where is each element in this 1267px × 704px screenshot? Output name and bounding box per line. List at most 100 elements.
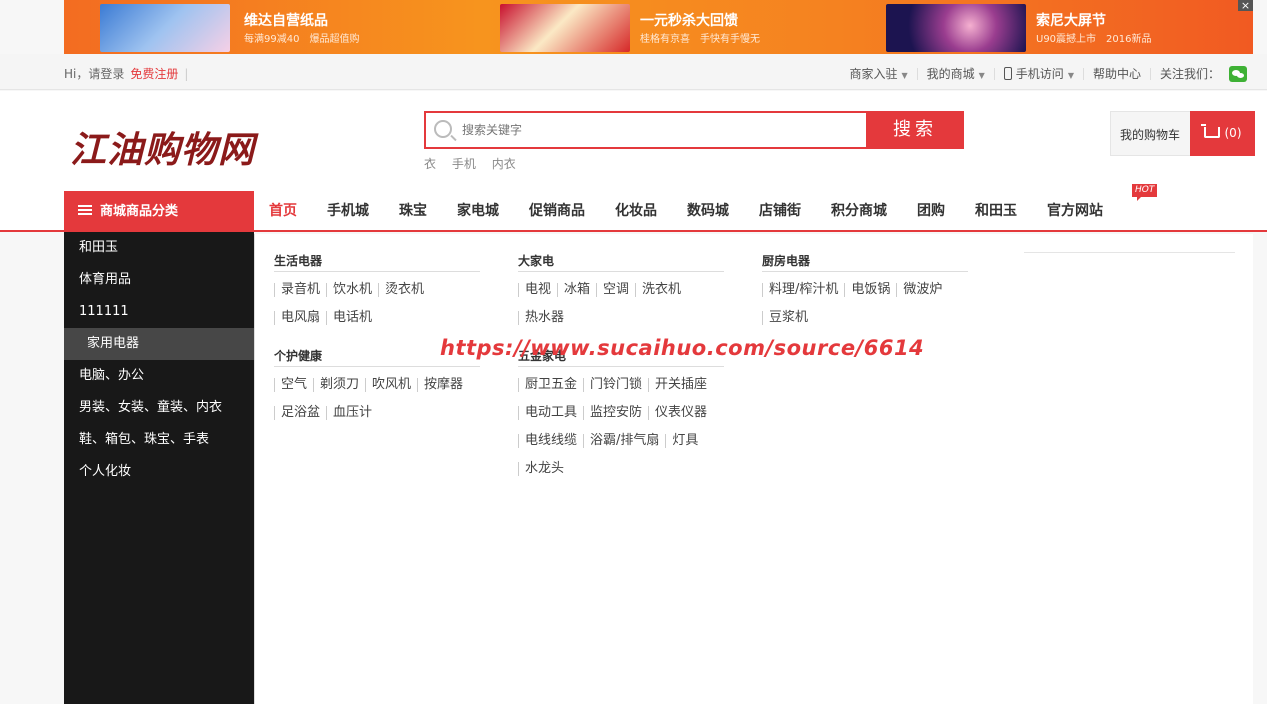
category-item[interactable]: 男装、女装、童装、内衣 (64, 392, 254, 424)
top-bar-links: 商家入驻 ▼ 我的商城 ▼ 手机访问 ▼ 帮助中心 关注我们： (840, 65, 1247, 82)
nav-item-phone-city[interactable]: 手机城 (312, 191, 384, 232)
subcategory-link[interactable]: 饮水机 (326, 283, 378, 297)
banner-ad-3[interactable]: 索尼大屏节 U90震撼上市 2016新品 (884, 0, 1253, 54)
banner-ad-title: 维达自营纸品 (244, 13, 328, 29)
hot-keyword-link[interactable]: 内衣 (492, 157, 516, 171)
nav-item-jewelry[interactable]: 珠宝 (384, 191, 442, 232)
subcategory-link[interactable]: 电动工具 (518, 406, 583, 420)
subcategory-link[interactable]: 电视 (518, 283, 557, 297)
chevron-down-icon: ▼ (901, 71, 908, 80)
subcategory-link[interactable]: 洗衣机 (635, 283, 687, 297)
subcategory-link[interactable]: 灯具 (665, 434, 704, 448)
nav-item-hetian-jade[interactable]: 和田玉 (960, 191, 1032, 232)
search-button[interactable]: 搜索 (866, 111, 964, 149)
category-sidebar: 和田玉 体育用品 111111 家用电器 电脑、办公 男装、女装、童装、内衣 鞋… (64, 232, 254, 704)
subcategory-link[interactable]: 足浴盆 (274, 406, 326, 420)
banner-ad-title: 索尼大屏节 (1036, 13, 1106, 29)
subcategory-link[interactable]: 血压计 (326, 406, 378, 420)
close-icon[interactable]: × (1238, 0, 1253, 11)
my-mall-link[interactable]: 我的商城 ▼ (918, 65, 994, 82)
follow-us-label: 关注我们： (1159, 67, 1220, 81)
subcategory-group: 五金家电 厨卫五金 门铃门锁 开关插座电动工具 监控安防 仪表仪器电线线缆 浴霸/排气扇灯… (518, 344, 724, 483)
category-item[interactable]: 个人化妆 (64, 456, 254, 488)
oatmeal-product-image (500, 4, 630, 52)
banner-ad-subtitle: U90震撼上市 2016新品 (1036, 34, 1152, 45)
search-input[interactable] (462, 113, 862, 147)
divider: | (184, 67, 189, 81)
phone-icon (1003, 67, 1012, 80)
subcategory-list: 电视 冰箱 空调 洗衣机热水器 (518, 276, 724, 332)
hot-keyword-link[interactable]: 衣 (424, 157, 436, 171)
subcategory-link[interactable]: 料理/榨汁机 (762, 283, 844, 297)
watermark-url: https://www.sucaihuo.com/source/6614 (440, 336, 925, 360)
site-logo[interactable]: 江油购物网 (70, 121, 255, 173)
nav-item-shop-street[interactable]: 店铺街 (744, 191, 816, 232)
subcategory-group-title[interactable]: 厨房电器 (762, 249, 968, 272)
category-item[interactable]: 电脑、办公 (64, 360, 254, 392)
subcategory-link[interactable]: 吹风机 (365, 378, 417, 392)
subcategory-group-title[interactable]: 生活电器 (274, 249, 480, 272)
subcategory-group-title[interactable]: 大家电 (518, 249, 724, 272)
nav-item-points-mall[interactable]: 积分商城 (816, 191, 902, 232)
subcategory-panel: 生活电器 录音机 饮水机 烫衣机电风扇 电话机 大家电 电视 冰箱 空调 洗衣机热水器 厨房… (254, 234, 1253, 704)
subcategory-link[interactable]: 电饭锅 (844, 283, 896, 297)
category-item[interactable]: 和田玉 (64, 232, 254, 264)
nav-item-home[interactable]: 首页 (254, 191, 312, 232)
subcategory-group: 厨房电器 料理/榨汁机 电饭锅 微波炉豆浆机 (762, 249, 968, 332)
subcategory-link[interactable]: 监控安防 (583, 406, 648, 420)
nav-item-official-site[interactable]: 官方网站 (1032, 191, 1118, 232)
register-link[interactable]: 免费注册 (130, 67, 178, 81)
subcategory-link[interactable]: 开关插座 (648, 378, 713, 392)
subcategory-link[interactable]: 剃须刀 (313, 378, 365, 392)
nav-items: 首页 手机城 珠宝 家电城 促销商品 化妆品 数码城 店铺街 积分商城 团购 和… (254, 191, 1118, 232)
subcategory-link[interactable]: 空气 (274, 378, 313, 392)
top-banner[interactable]: 维达自营纸品 每满99减40 爆品超值购 一元秒杀大回馈 桂格有京喜 手快有手慢… (64, 0, 1253, 54)
nav-item-promotions[interactable]: 促销商品 (514, 191, 600, 232)
subcategory-link[interactable]: 微波炉 (896, 283, 948, 297)
hot-keyword-link[interactable]: 手机 (452, 157, 476, 171)
subcategory-link[interactable]: 厨卫五金 (518, 378, 583, 392)
subcategory-link[interactable]: 按摩器 (417, 378, 469, 392)
nav-item-group-buy[interactable]: 团购 (902, 191, 960, 232)
subcategory-list: 录音机 饮水机 烫衣机电风扇 电话机 (274, 276, 480, 332)
banner-ad-subtitle: 每满99减40 爆品超值购 (244, 34, 360, 45)
hot-badge: HOT (1132, 184, 1158, 201)
subcategory-link[interactable]: 冰箱 (557, 283, 596, 297)
nav-item-appliance-city[interactable]: 家电城 (442, 191, 514, 232)
subcategory-link[interactable]: 电线线缆 (518, 434, 583, 448)
subcategory-link[interactable]: 豆浆机 (762, 311, 814, 325)
subcategory-link[interactable]: 浴霸/排气扇 (583, 434, 665, 448)
nav-item-cosmetics[interactable]: 化妆品 (600, 191, 672, 232)
category-item[interactable]: 体育用品 (64, 264, 254, 296)
category-item[interactable]: 111111 (64, 296, 254, 328)
cart-button[interactable]: 我的购物车 (0) (1110, 111, 1255, 156)
tissue-product-image (100, 4, 230, 52)
subcategory-link[interactable]: 仪表仪器 (648, 406, 713, 420)
login-area: Hi，请登录 免费注册 | (64, 65, 188, 82)
banner-ad-1[interactable]: 维达自营纸品 每满99减40 爆品超值购 (64, 0, 464, 54)
subcategory-link[interactable]: 烫衣机 (378, 283, 430, 297)
cart-icon (1200, 124, 1220, 138)
subcategory-link[interactable]: 电话机 (326, 311, 378, 325)
subcategory-link[interactable]: 门铃门锁 (583, 378, 648, 392)
subcategory-link[interactable]: 电风扇 (274, 311, 326, 325)
cart-count-box: (0) (1190, 111, 1255, 156)
category-item-selected[interactable]: 家用电器 (64, 328, 254, 360)
subcategory-group: 大家电 电视 冰箱 空调 洗衣机热水器 (518, 249, 724, 332)
chevron-down-icon: ▼ (1067, 71, 1074, 80)
subcategory-link[interactable]: 录音机 (274, 283, 326, 297)
wechat-icon[interactable] (1229, 65, 1247, 82)
help-center-link[interactable]: 帮助中心 (1084, 65, 1150, 82)
mobile-access-link[interactable]: 手机访问 ▼ (995, 65, 1083, 82)
search-box: 搜索 (424, 111, 964, 149)
subcategory-link[interactable]: 水龙头 (518, 462, 570, 476)
category-menu-button[interactable]: 商城商品分类 (64, 191, 254, 232)
page: 维达自营纸品 每满99减40 爆品超值购 一元秒杀大回馈 桂格有京喜 手快有手慢… (0, 0, 1267, 704)
banner-ad-2[interactable]: 一元秒杀大回馈 桂格有京喜 手快有手慢无 (494, 0, 894, 54)
nav-item-digital-city[interactable]: 数码城 (672, 191, 744, 232)
category-item[interactable]: 鞋、箱包、珠宝、手表 (64, 424, 254, 456)
subcategory-link[interactable]: 热水器 (518, 311, 570, 325)
merchant-join-link[interactable]: 商家入驻 ▼ (840, 65, 916, 82)
subcategory-link[interactable]: 空调 (596, 283, 635, 297)
login-link[interactable]: Hi，请登录 (64, 67, 124, 81)
